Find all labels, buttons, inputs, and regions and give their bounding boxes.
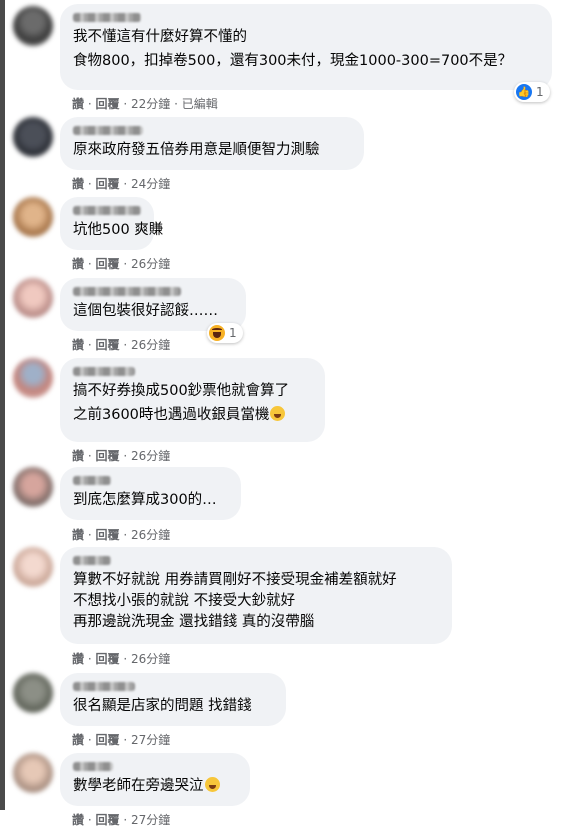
like-link[interactable]: 讚 xyxy=(72,177,84,191)
comment-text: 之前3600時也遇過收銀員當機 xyxy=(73,406,312,425)
reply-link[interactable]: 回覆 xyxy=(96,449,120,463)
comment-actions: 讚 · 回覆 · 26分鐘 xyxy=(72,338,171,352)
reply-link[interactable]: 回覆 xyxy=(96,97,120,111)
avatar[interactable] xyxy=(13,197,53,237)
author-name-blurred[interactable] xyxy=(73,556,111,565)
comment-bubble: 算數不好就說 用券請買剛好不接受現金補差額就好 不想找小張的就說 不接受大鈔就好… xyxy=(60,547,452,644)
author-name-blurred[interactable] xyxy=(73,126,143,135)
timestamp[interactable]: 24分鐘 xyxy=(131,177,170,191)
like-link[interactable]: 讚 xyxy=(72,449,84,463)
avatar[interactable] xyxy=(13,467,53,507)
author-name-blurred[interactable] xyxy=(73,13,141,22)
reaction-number: 1 xyxy=(229,326,237,340)
comment-actions: 讚 · 回覆 · 27分鐘 xyxy=(72,733,171,747)
comment-text: 食物800，扣掉卷500，還有300未付，現金1000-300=700不是？ xyxy=(73,53,513,69)
comment-actions: 讚 · 回覆 · 26分鐘 xyxy=(72,528,171,542)
timestamp[interactable]: 26分鐘 xyxy=(131,449,170,463)
avatar[interactable] xyxy=(13,358,53,398)
comment-bubble: 原來政府發五倍券用意是順便智力測驗 xyxy=(60,117,364,170)
comment-actions: 讚 · 回覆 · 26分鐘 xyxy=(72,257,171,271)
timestamp[interactable]: 27分鐘 xyxy=(131,733,170,747)
comment-text: 再那邊說洗現金 還找錯錢 真的沒帶腦 xyxy=(73,614,315,630)
avatar[interactable] xyxy=(13,278,53,318)
author-name-blurred[interactable] xyxy=(73,367,135,376)
avatar[interactable] xyxy=(13,753,53,793)
avatar[interactable] xyxy=(13,673,53,713)
comment-text: 這個包裝很好認餒…… xyxy=(73,303,218,319)
comment-bubble: 坑他500 爽賺 xyxy=(60,197,164,250)
timestamp[interactable]: 22分鐘 xyxy=(131,97,170,111)
reaction-number: 1 xyxy=(536,85,544,99)
comment-text: 數學老師在旁邊哭泣 xyxy=(73,777,237,796)
rofl-emoji-icon xyxy=(270,406,286,421)
like-link[interactable]: 讚 xyxy=(72,257,84,271)
like-link[interactable]: 讚 xyxy=(72,338,84,352)
comment-actions: 讚 · 回覆 · 22分鐘 · 已編輯 xyxy=(72,97,218,111)
comment-text: 到底怎麼算成300的… xyxy=(73,492,217,508)
comment-bubble: 數學老師在旁邊哭泣 xyxy=(60,753,250,806)
reply-link[interactable]: 回覆 xyxy=(96,257,120,271)
comment-text: 我不懂這有什麼好算不懂的 xyxy=(73,29,247,45)
comment-actions: 讚 · 回覆 · 26分鐘 xyxy=(72,449,171,463)
comment-bubble: 很名顯是店家的問題 找錯錢 xyxy=(60,673,286,726)
laughing-emoji-icon xyxy=(204,777,220,792)
author-name-blurred[interactable] xyxy=(73,287,181,296)
like-link[interactable]: 讚 xyxy=(72,97,84,111)
timestamp[interactable]: 26分鐘 xyxy=(131,652,170,666)
author-name-blurred[interactable] xyxy=(73,206,141,215)
comment-text: 原來政府發五倍券用意是順便智力測驗 xyxy=(73,142,320,158)
comment-actions: 讚 · 回覆 · 24分鐘 xyxy=(72,177,171,191)
comment-bubble: 到底怎麼算成300的… xyxy=(60,467,241,520)
reaction-count[interactable]: 👍 1 xyxy=(514,82,550,102)
author-name-blurred[interactable] xyxy=(73,682,135,691)
comment-bubble: 搞不好券換成500鈔票他就會算了 之前3600時也遇過收銀員當機 xyxy=(60,358,325,442)
reply-link[interactable]: 回覆 xyxy=(96,652,120,666)
comment-actions: 讚 · 回覆 · 27分鐘 xyxy=(72,813,171,827)
reply-link[interactable]: 回覆 xyxy=(96,813,120,827)
like-link[interactable]: 讚 xyxy=(72,733,84,747)
haha-icon xyxy=(209,325,225,341)
reply-link[interactable]: 回覆 xyxy=(96,733,120,747)
timestamp[interactable]: 27分鐘 xyxy=(131,813,170,827)
avatar[interactable] xyxy=(13,547,53,587)
reply-link[interactable]: 回覆 xyxy=(96,528,120,542)
timestamp[interactable]: 26分鐘 xyxy=(131,257,170,271)
comment-text: 不想找小張的就說 不接受大鈔就好 xyxy=(73,593,296,609)
avatar[interactable] xyxy=(13,6,53,46)
reply-link[interactable]: 回覆 xyxy=(96,338,120,352)
like-link[interactable]: 讚 xyxy=(72,652,84,666)
timestamp[interactable]: 26分鐘 xyxy=(131,528,170,542)
comment-text: 算數不好就說 用券請買剛好不接受現金補差額就好 xyxy=(73,572,397,588)
comment-actions: 讚 · 回覆 · 26分鐘 xyxy=(72,652,171,666)
reply-link[interactable]: 回覆 xyxy=(96,177,120,191)
edited-label: 已編輯 xyxy=(181,97,218,111)
comment-bubble: 我不懂這有什麼好算不懂的 食物800，扣掉卷500，還有300未付，現金1000… xyxy=(60,4,552,90)
avatar[interactable] xyxy=(13,117,53,157)
window-left-edge xyxy=(0,0,5,810)
author-name-blurred[interactable] xyxy=(73,476,111,485)
comment-text: 坑他500 爽賺 xyxy=(73,222,164,238)
like-link[interactable]: 讚 xyxy=(72,528,84,542)
comment-text: 很名顯是店家的問題 找錯錢 xyxy=(73,698,252,714)
like-icon: 👍 xyxy=(516,84,532,100)
like-link[interactable]: 讚 xyxy=(72,813,84,827)
author-name-blurred[interactable] xyxy=(73,762,113,771)
timestamp[interactable]: 26分鐘 xyxy=(131,338,170,352)
comment-text: 搞不好券換成500鈔票他就會算了 xyxy=(73,383,290,399)
reaction-count[interactable]: 1 xyxy=(207,323,243,343)
